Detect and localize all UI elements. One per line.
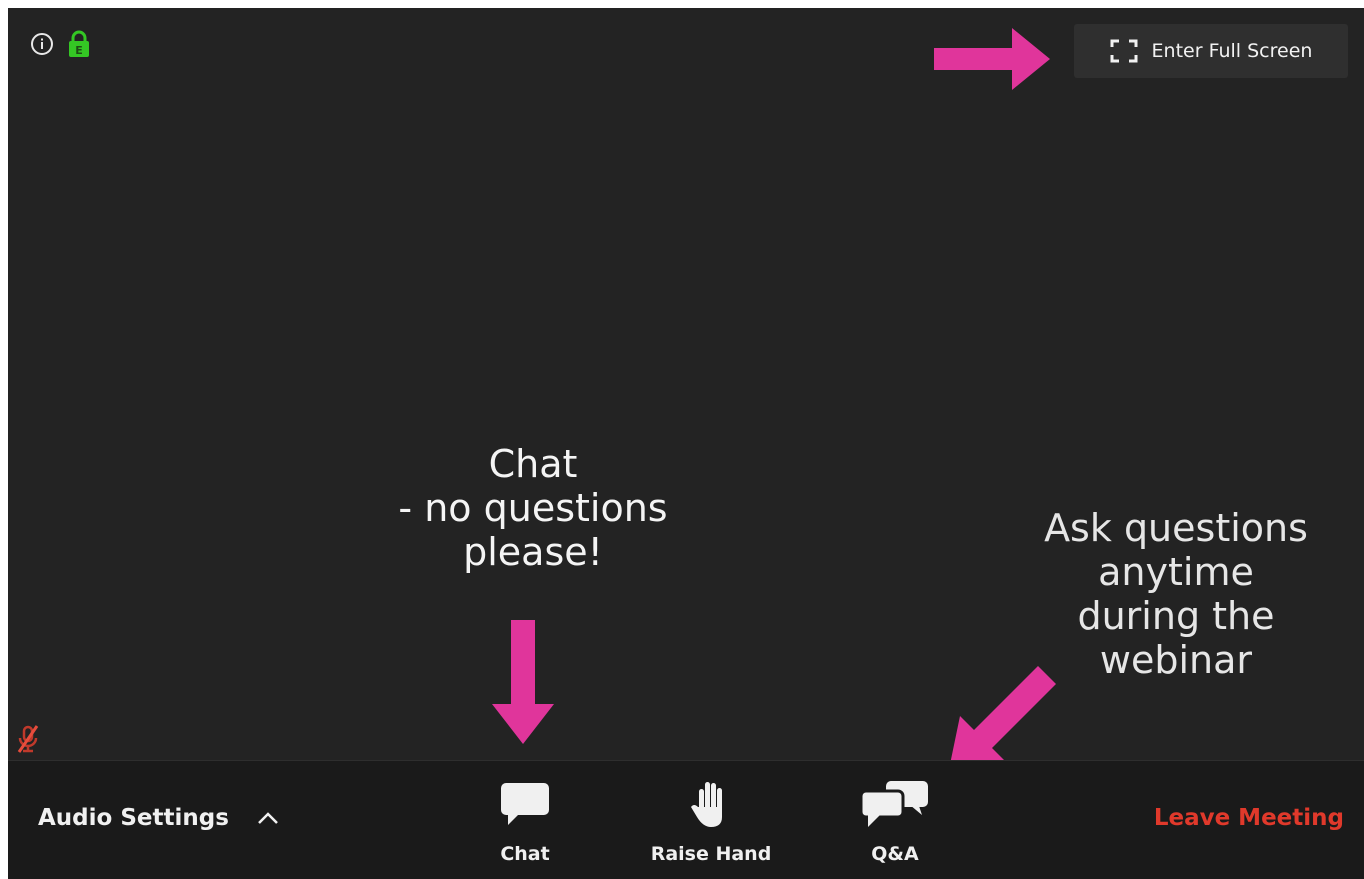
leave-meeting-button[interactable]: Leave Meeting — [1154, 805, 1344, 831]
meeting-window: E Enter Full Screen Chat - no questions … — [8, 8, 1364, 879]
arrow-to-fullscreen — [934, 28, 1050, 90]
enter-full-screen-button[interactable]: Enter Full Screen — [1074, 24, 1348, 78]
chat-button[interactable]: Chat — [490, 775, 560, 865]
meeting-status-bar: E — [30, 30, 90, 58]
qa-button[interactable]: Q&A — [850, 775, 940, 865]
qa-icon — [860, 775, 930, 833]
chat-annotation: Chat - no questions please! — [398, 442, 668, 574]
lock-letter: E — [75, 44, 83, 57]
encryption-lock-icon[interactable]: E — [68, 30, 90, 58]
raise-hand-icon — [691, 775, 731, 833]
fullscreen-icon — [1110, 39, 1138, 63]
audio-settings-label: Audio Settings — [38, 805, 229, 831]
raise-hand-label: Raise Hand — [650, 843, 772, 865]
muted-mic-icon — [16, 724, 40, 758]
fullscreen-label: Enter Full Screen — [1151, 40, 1313, 62]
chat-label: Chat — [500, 843, 550, 865]
qa-annotation: Ask questions anytime during the webinar — [1044, 506, 1308, 682]
meeting-toolbar: Audio Settings Chat Raise Hand Q&A Leave… — [8, 760, 1364, 879]
chevron-up-icon[interactable] — [257, 811, 279, 825]
raise-hand-button[interactable]: Raise Hand — [636, 775, 786, 865]
chat-icon — [500, 775, 550, 833]
audio-settings-button[interactable]: Audio Settings — [38, 805, 279, 831]
arrow-to-chat — [492, 620, 554, 744]
qa-label: Q&A — [871, 843, 919, 865]
info-icon[interactable] — [30, 32, 54, 56]
